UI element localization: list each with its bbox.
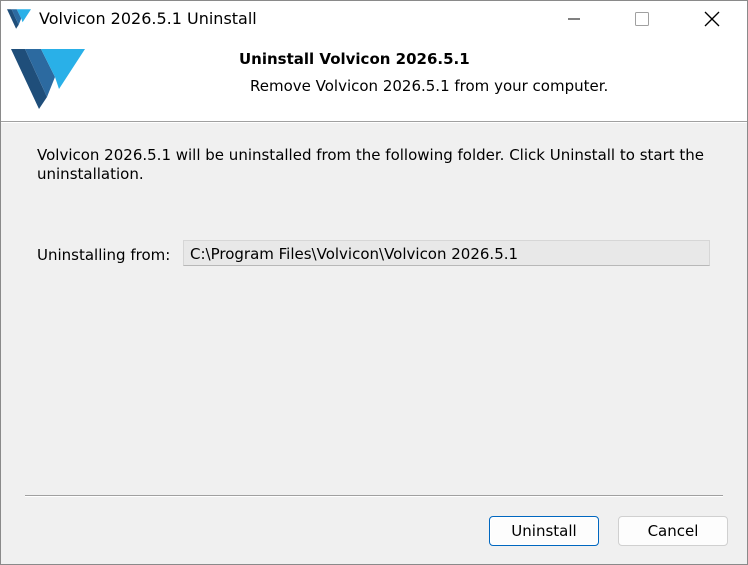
volvicon-logo-icon [7,9,31,29]
minimize-icon [568,18,580,20]
uninstall-path-field[interactable]: C:\Program Files\Volvicon\Volvicon 2026.… [183,240,710,266]
cancel-button[interactable]: Cancel [618,516,728,546]
maximize-button[interactable] [619,1,665,37]
maximize-icon [635,12,649,26]
footer-divider [25,495,723,497]
title-bar[interactable]: Volvicon 2026.5.1 Uninstall [1,1,747,37]
close-icon [704,11,720,27]
uninstall-window: Volvicon 2026.5.1 Uninstall Uninstall Vo… [0,0,748,565]
header-divider [1,121,747,123]
uninstalling-from-label: Uninstalling from: [37,246,171,264]
header-title: Uninstall Volvicon 2026.5.1 [239,50,470,68]
window-title: Volvicon 2026.5.1 Uninstall [39,9,257,28]
header-subtitle: Remove Volvicon 2026.5.1 from your compu… [250,77,609,95]
uninstall-description: Volvicon 2026.5.1 will be uninstalled fr… [37,146,705,183]
close-button[interactable] [689,1,735,37]
volvicon-logo-icon [11,49,85,109]
header-banner: Uninstall Volvicon 2026.5.1 Remove Volvi… [1,37,747,121]
uninstall-button[interactable]: Uninstall [489,516,599,546]
minimize-button[interactable] [551,1,597,37]
